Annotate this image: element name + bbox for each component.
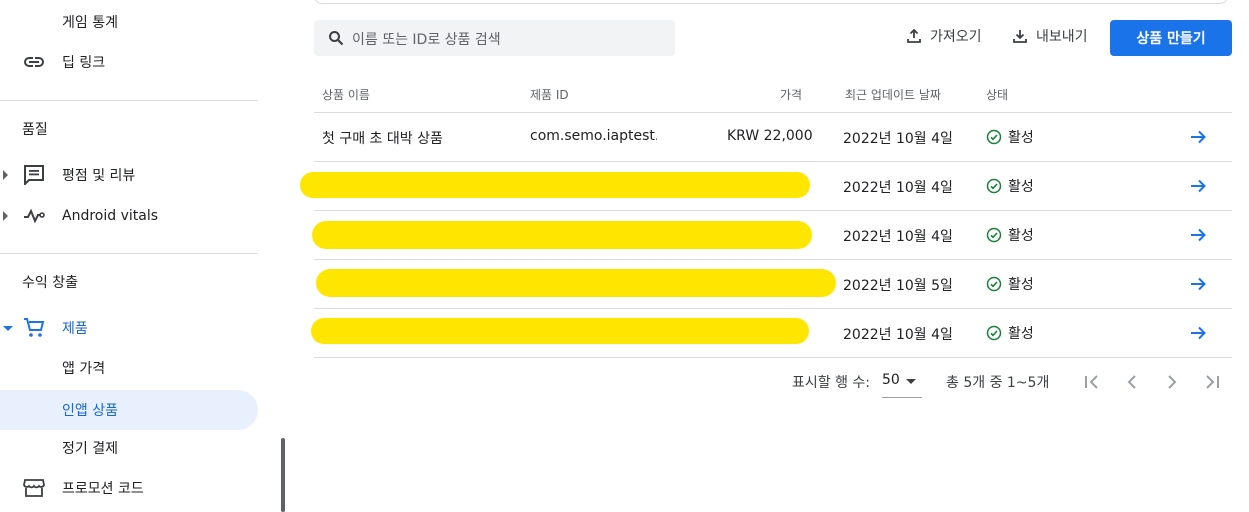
column-header-updated[interactable]: 최근 업데이트 날짜	[845, 86, 941, 103]
sidebar-item-label: 정기 결제	[62, 441, 118, 457]
last-page-icon[interactable]	[1200, 370, 1224, 394]
product-updated: 2022년 10월 4일	[843, 229, 953, 245]
export-label: 내보내기	[1036, 29, 1088, 45]
status-text: 활성	[1008, 130, 1034, 146]
search-placeholder: 이름 또는 ID로 상품 검색	[352, 32, 501, 48]
play-console-app: 게임 통계 딥 링크 품질 평점 및 리뷰 Android vitals 수익	[0, 0, 1249, 512]
create-product-button[interactable]: 상품 만들기	[1110, 20, 1232, 56]
sidebar-item-promo-codes[interactable]: 프로모션 코드	[0, 468, 258, 508]
redaction-mark	[316, 269, 836, 297]
section-title-quality: 품질	[22, 122, 48, 138]
arrow-right-icon[interactable]	[1188, 225, 1208, 245]
rows-per-page-select[interactable]: 50	[882, 370, 922, 398]
storefront-icon	[22, 476, 46, 500]
sidebar-divider	[0, 100, 258, 101]
sidebar-item-label: 앱 가격	[62, 361, 106, 377]
table-row[interactable]: 2022년 10월 4일 활성	[312, 211, 1232, 260]
redaction-mark	[312, 221, 812, 249]
sidebar-item-subscriptions[interactable]: 정기 결제	[0, 428, 258, 468]
sidebar-divider	[0, 253, 258, 254]
rows-per-page-value: 50	[882, 372, 900, 388]
pagination-range: 총 5개 중 1~5개	[946, 375, 1050, 391]
table-row[interactable]: 2022년 10월 4일 활성	[300, 162, 1232, 211]
status-badge: 활성	[986, 274, 1034, 294]
sidebar-item-app-price[interactable]: 앱 가격	[0, 348, 258, 388]
review-icon	[22, 163, 46, 187]
sidebar-item-deep-link[interactable]: 딥 링크	[0, 42, 258, 82]
next-page-icon[interactable]	[1160, 370, 1184, 394]
status-badge: 활성	[986, 225, 1034, 245]
table-header: 상품 이름 제품 ID 가격 최근 업데이트 날짜 상태	[314, 76, 1232, 113]
product-updated: 2022년 10월 4일	[843, 180, 953, 196]
sidebar-item-ratings-reviews[interactable]: 평점 및 리뷰	[0, 155, 258, 195]
sidebar-item-label: Android vitals	[62, 208, 159, 224]
sidebar-item-in-app-products[interactable]: 인앱 상품	[0, 390, 258, 430]
arrow-right-icon[interactable]	[1188, 127, 1208, 147]
redaction-mark	[311, 318, 809, 344]
sidebar-item-label: 제품	[62, 321, 88, 337]
arrow-right-icon[interactable]	[1188, 274, 1208, 294]
column-header-status[interactable]: 상태	[986, 86, 1008, 103]
caret-down-icon[interactable]	[3, 325, 13, 331]
status-text: 활성	[1008, 277, 1034, 293]
sidebar-item-label: 인앱 상품	[62, 403, 118, 419]
rows-per-page-label: 표시할 행 수:	[792, 375, 871, 391]
product-updated: 2022년 10월 5일	[843, 278, 953, 294]
sidebar-item-products[interactable]: 제품	[0, 308, 258, 348]
shopping-cart-icon	[22, 316, 46, 340]
product-name: 첫 구매 초 대박 상품	[322, 131, 443, 147]
sidebar-item-label: 프로모션 코드	[62, 481, 144, 497]
column-header-name[interactable]: 상품 이름	[322, 86, 370, 103]
export-button[interactable]: 내보내기	[1012, 26, 1088, 46]
vitals-icon	[22, 204, 46, 228]
sidebar-item-label: 딥 링크	[62, 55, 106, 71]
sidebar-item-game-stats[interactable]: 게임 통계	[0, 2, 258, 42]
previous-page-icon[interactable]	[1120, 370, 1144, 394]
check-circle-icon	[986, 227, 1002, 243]
sidebar-scrollbar[interactable]	[281, 438, 285, 512]
import-label: 가져오기	[930, 29, 982, 45]
search-icon	[328, 30, 344, 46]
table-row[interactable]: 2022년 10월 5일 활성	[314, 260, 1232, 309]
status-text: 활성	[1008, 179, 1034, 195]
table-row[interactable]: 첫 구매 초 대박 상품 com.semo.iaptest.re KRW 22,…	[314, 113, 1232, 162]
product-id: com.semo.iaptest.re	[530, 128, 657, 144]
top-card-edge	[314, 0, 1228, 4]
check-circle-icon	[986, 325, 1002, 341]
product-updated: 2022년 10월 4일	[843, 327, 953, 343]
status-text: 활성	[1008, 228, 1034, 244]
sidebar-item-label: 게임 통계	[62, 15, 118, 31]
column-header-id[interactable]: 제품 ID	[530, 86, 569, 103]
product-price: KRW 22,000	[727, 128, 813, 144]
caret-right-icon[interactable]	[3, 170, 8, 180]
arrow-right-icon[interactable]	[1188, 323, 1208, 343]
main-content: 이름 또는 ID로 상품 검색 가져오기 내보내기 상품 만들기 상품 이름 제…	[300, 0, 1249, 512]
import-button[interactable]: 가져오기	[906, 26, 982, 46]
dropdown-caret-icon	[906, 379, 916, 384]
check-circle-icon	[986, 129, 1002, 145]
first-page-icon[interactable]	[1080, 370, 1104, 394]
product-updated: 2022년 10월 4일	[843, 131, 953, 147]
redaction-mark	[300, 172, 810, 198]
sidebar: 게임 통계 딥 링크 품질 평점 및 리뷰 Android vitals 수익	[0, 0, 260, 512]
caret-right-icon[interactable]	[3, 211, 8, 221]
sidebar-item-label: 평점 및 리뷰	[62, 168, 136, 184]
check-circle-icon	[986, 178, 1002, 194]
column-header-price[interactable]: 가격	[780, 86, 802, 103]
upload-icon	[907, 28, 921, 43]
status-badge: 활성	[986, 323, 1034, 343]
status-text: 활성	[1008, 326, 1034, 342]
sidebar-item-android-vitals[interactable]: Android vitals	[0, 196, 258, 236]
download-icon	[1013, 30, 1027, 43]
arrow-right-icon[interactable]	[1188, 176, 1208, 196]
search-input[interactable]: 이름 또는 ID로 상품 검색	[314, 20, 675, 56]
check-circle-icon	[986, 276, 1002, 292]
status-badge: 활성	[986, 127, 1034, 147]
table-row[interactable]: 2022년 10월 4일 활성	[311, 309, 1232, 358]
link-icon	[22, 50, 46, 74]
section-title-monetize: 수익 창출	[22, 275, 78, 291]
status-badge: 활성	[986, 176, 1034, 196]
